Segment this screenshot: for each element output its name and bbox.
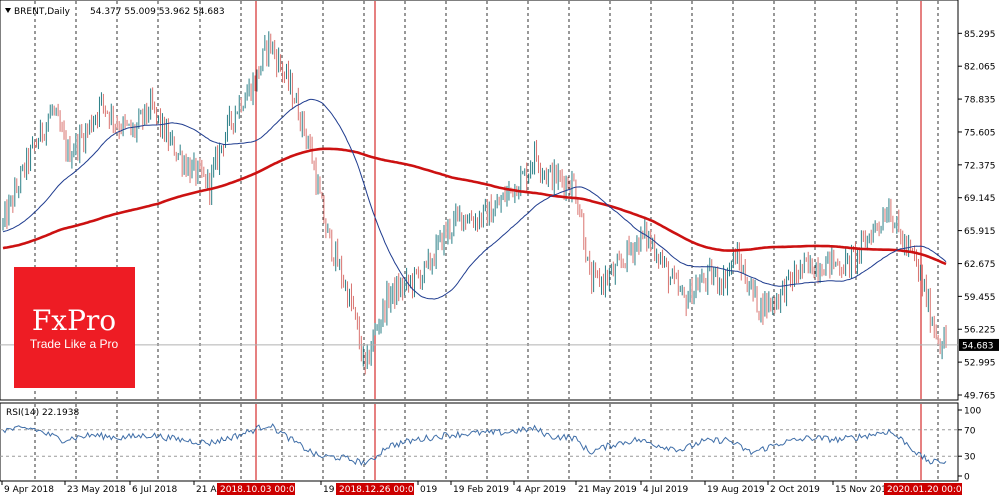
date-tick-label: 9 Apr 2018	[4, 485, 54, 495]
chart-window[interactable]: BRENT,Daily 54.377 55.009 53.962 54.683 …	[0, 0, 1000, 500]
logo-brand: FxPro	[32, 304, 116, 337]
date-tick-label: 19	[323, 485, 335, 495]
chart-canvas[interactable]: BRENT,Daily 54.377 55.009 53.962 54.683 …	[0, 0, 1000, 500]
date-tick-label: 019	[420, 485, 437, 495]
date-tick-label: 2 Oct 2019	[770, 485, 820, 495]
rsi-tick-label: 100	[964, 407, 981, 417]
price-tick-label: 85.295	[964, 30, 996, 40]
rsi-tick-label: 30	[964, 453, 976, 463]
date-axis: 9 Apr 2018 23 May 2018 6 Jul 2018 21 Au 19 01…	[1, 481, 968, 495]
rsi-label: RSI(14) 22.1938	[6, 408, 79, 418]
date-tick-label: 15 Nov 201	[835, 485, 887, 495]
price-tick-label: 62.675	[964, 260, 996, 270]
date-tick-label: 6 Jul 2018	[132, 485, 177, 495]
date-tick-label: 23 May 2018	[67, 485, 126, 495]
price-tick-label: 75.605	[964, 128, 996, 138]
price-tick-label: 82.065	[964, 63, 996, 73]
price-panel[interactable]: BRENT,Daily 54.377 55.009 53.962 54.683 …	[0, 0, 959, 401]
logo-tagline: Trade Like a Pro	[30, 337, 119, 351]
rsi-panel-frame	[0, 402, 959, 482]
price-tick-label: 56.225	[964, 326, 996, 336]
event-marker-label: 2018.10.03 00:00	[220, 485, 301, 495]
price-tick-label: 59.455	[964, 293, 996, 303]
price-tick-label: 78.835	[964, 96, 996, 106]
price-tick-label: 49.765	[964, 392, 996, 402]
event-marker-label: 2020.01.20 00:00	[887, 485, 968, 495]
date-tick-label: 4 Jul 2019	[643, 485, 688, 495]
price-tick-label: 52.995	[964, 359, 996, 369]
rsi-tick-label: 70	[964, 426, 976, 436]
date-tick-label: 21 May 2019	[578, 485, 637, 495]
fxpro-logo: FxPro Trade Like a Pro	[14, 267, 135, 388]
rsi-panel[interactable]: RSI(14) 22.1938	[0, 402, 959, 482]
price-tick-label: 69.145	[964, 194, 996, 204]
date-tick-label: 19 Feb 2019	[453, 485, 509, 495]
rsi-axis: 100 70 30 0	[958, 407, 981, 483]
current-price-label: 54.683	[959, 338, 999, 351]
symbol-label: BRENT,Daily	[14, 7, 71, 17]
price-tick-label: 72.375	[964, 161, 996, 171]
date-tick-label: 4 Apr 2019	[516, 485, 566, 495]
event-marker-label: 2018.12.26 00:00	[339, 485, 420, 495]
current-price-value: 54.683	[962, 341, 994, 351]
price-panel-frame	[0, 0, 959, 401]
date-tick-label: 19 Aug 2019	[707, 485, 765, 495]
rsi-tick-label: 0	[964, 473, 970, 483]
ohlc-values: 54.377 55.009 53.962 54.683	[90, 7, 225, 17]
price-tick-label: 65.915	[964, 227, 996, 237]
